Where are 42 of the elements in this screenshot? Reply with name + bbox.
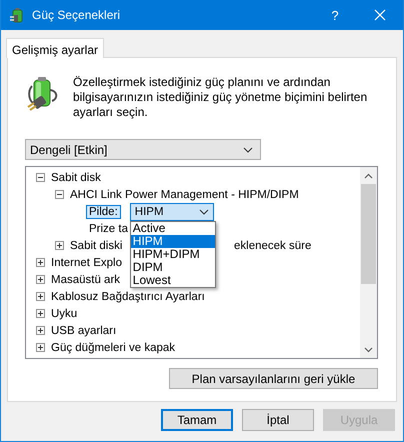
tree-item[interactable]: Prize ta <box>89 222 128 234</box>
tree-item[interactable]: USB ayarları <box>51 324 116 336</box>
scrollbar[interactable] <box>360 167 377 358</box>
expand-icon[interactable] <box>55 241 64 250</box>
expand-icon[interactable] <box>36 343 45 352</box>
chevron-icon <box>243 146 253 152</box>
help-button[interactable]: ? <box>313 8 357 22</box>
expand-icon[interactable] <box>36 275 45 284</box>
tree-item[interactable]: Uyku <box>51 308 78 320</box>
dropdown-option[interactable]: HIPM <box>130 234 215 248</box>
plan-dropdown[interactable]: Dengeli [Etkin] <box>25 139 261 160</box>
battery-plug-icon <box>25 74 59 112</box>
dropdown-option[interactable]: HIPM+DIPM <box>130 248 215 260</box>
restore-defaults-button[interactable]: Plan varsayılanlarını geri yükle <box>169 368 378 389</box>
tab[interactable]: Gelişmiş ayarlar <box>6 38 104 58</box>
tree-item[interactable]: Internet Explo <box>51 256 122 268</box>
tree-item[interactable]: Sabit disk <box>51 172 101 184</box>
dialog-button[interactable]: Tamam <box>161 409 233 431</box>
setting-label[interactable]: Pilde: <box>86 204 121 218</box>
expand-icon[interactable] <box>36 258 45 267</box>
expand-icon[interactable] <box>36 326 45 335</box>
tree-item[interactable]: Kablosuz Bağdaştırıcı Ayarları <box>51 290 205 302</box>
dropdown-option[interactable]: Active <box>130 222 215 234</box>
tree-item[interactable]: eklenecek süre <box>234 240 312 252</box>
dialog-button[interactable]: İptal <box>242 409 314 431</box>
scroll-up-icon[interactable] <box>364 172 373 178</box>
dropdown-option[interactable]: DIPM <box>130 260 215 274</box>
collapse-icon[interactable] <box>55 190 64 199</box>
app-icon <box>9 7 25 23</box>
collapse-icon[interactable] <box>36 173 45 182</box>
dropdown-option[interactable]: Lowest <box>130 274 215 286</box>
scroll-down-icon[interactable] <box>364 346 373 352</box>
expand-icon[interactable] <box>36 292 45 301</box>
scroll-thumb[interactable] <box>361 184 376 284</box>
expand-icon[interactable] <box>36 309 45 318</box>
tree-item[interactable]: Güç düğmeleri ve kapak <box>51 342 176 354</box>
tree-item[interactable]: Masaüstü ark <box>51 274 120 286</box>
chevron-icon <box>198 208 209 214</box>
close-icon[interactable] <box>374 9 386 21</box>
tree-item[interactable]: AHCI Link Power Management - HIPM/DIPM <box>70 188 299 200</box>
window-title: Güç Seçenekleri <box>32 8 122 22</box>
description: Özelleştirmek istediğiniz güç planını ve ardından bilgisayarınızın istediğiniz güç yönetme biçimini belirten ayarları seçin. <box>73 75 368 120</box>
